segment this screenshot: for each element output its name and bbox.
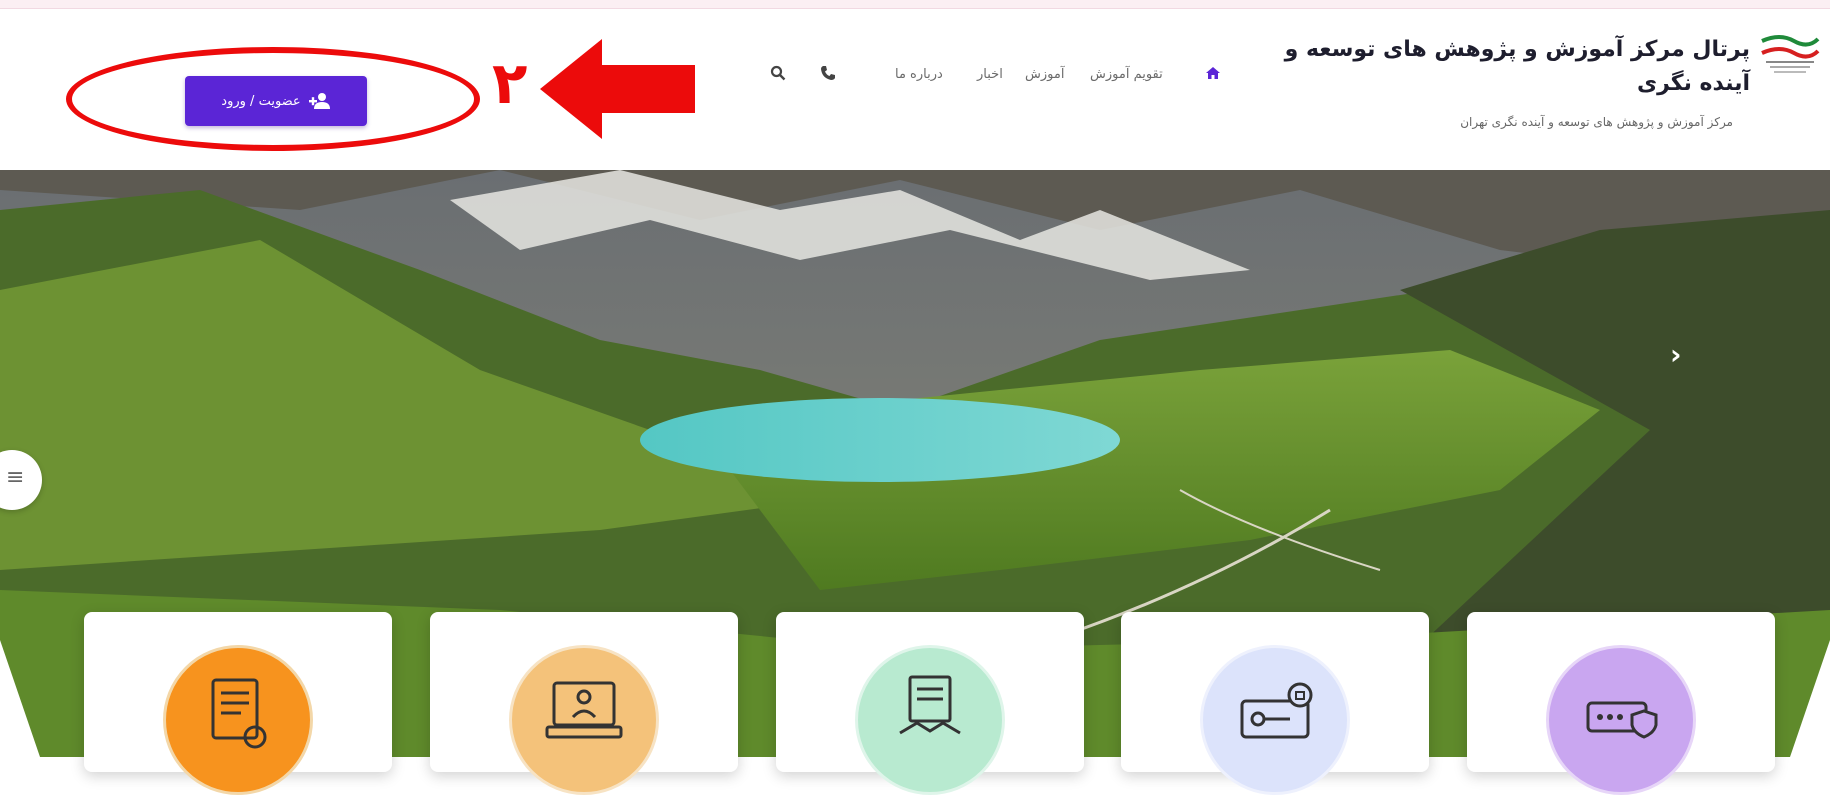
nav-calendar[interactable]: تقویم آموزش [1090,67,1163,82]
card-icon-circle [855,645,1005,795]
password-key-icon [1240,682,1313,739]
password-shield-icon [1586,701,1658,739]
phone-icon[interactable] [820,65,836,81]
main-navigation: تقویم آموزش آموزش اخبار درباره ما [715,59,1235,89]
annotation-circle [66,47,480,151]
organization-logo-icon [1761,35,1820,73]
card-icon-circle [1546,645,1696,795]
site-title: پرتال مرکز آموزش و پژوهش های توسعه و آین… [1284,37,1750,96]
service-card-2[interactable] [430,612,738,795]
nav-education[interactable]: آموزش [1025,67,1064,82]
service-card-5[interactable] [1467,612,1775,795]
top-border [0,0,1830,9]
contract-handshake-icon [899,675,961,735]
nav-about[interactable]: درباره ما [895,67,943,82]
card-icon-circle [509,645,659,795]
service-card-3[interactable] [776,612,1084,795]
laptop-user-icon [545,681,623,739]
card-icon-circle [1200,645,1350,795]
service-card-1[interactable] [84,612,392,795]
service-card-4[interactable] [1121,612,1429,795]
card-icon-circle [163,645,313,795]
annotation-arrow-icon [540,39,695,139]
slider-next-arrow[interactable]: › [1670,338,1682,371]
hamburger-icon: ≡ [6,465,25,490]
site-subtitle: مرکز آموزش و پژوهش های توسعه و آینده نگر… [1460,115,1733,129]
search-icon[interactable] [770,65,786,81]
document-key-icon [211,678,267,749]
nav-news[interactable]: اخبار [977,67,1003,82]
site-header: پرتال مرکز آموزش و پژوهش های توسعه و آین… [0,9,1830,169]
home-icon[interactable] [1205,65,1221,81]
annotation-number: ۲ [492,49,528,117]
